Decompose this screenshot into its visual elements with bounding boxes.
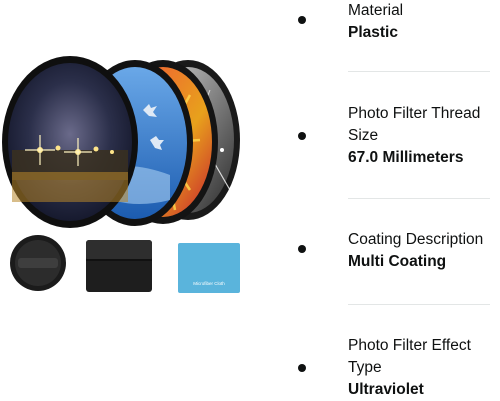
product-image[interactable]: Microfiber Cloth bbox=[0, 0, 260, 400]
lens-cap bbox=[10, 235, 66, 291]
spec-label: Material bbox=[348, 2, 404, 19]
filter-front bbox=[2, 56, 138, 228]
bullet-icon bbox=[298, 16, 306, 24]
spec-value: 67.0 Millimeters bbox=[348, 149, 464, 166]
microfiber-cloth: Microfiber Cloth bbox=[178, 243, 240, 293]
divider bbox=[348, 304, 490, 305]
bullet-icon bbox=[298, 245, 306, 253]
bullet-icon bbox=[298, 364, 306, 372]
spec-value: Ultraviolet bbox=[348, 381, 424, 398]
spec-label: Coating Description bbox=[348, 231, 484, 248]
divider bbox=[348, 71, 490, 72]
specs-list: Material Plastic Photo Filter Thread Siz… bbox=[290, 0, 500, 400]
microfiber-cloth-label: Microfiber Cloth bbox=[193, 281, 225, 286]
divider bbox=[348, 198, 490, 199]
bullet-icon bbox=[298, 132, 306, 140]
spec-value: Plastic bbox=[348, 24, 398, 41]
spec-label: Photo Filter Effect Type bbox=[348, 337, 471, 376]
spec-label: Photo Filter Thread Size bbox=[348, 105, 481, 144]
spec-value: Multi Coating bbox=[348, 253, 447, 270]
filter-pouch bbox=[86, 240, 152, 292]
